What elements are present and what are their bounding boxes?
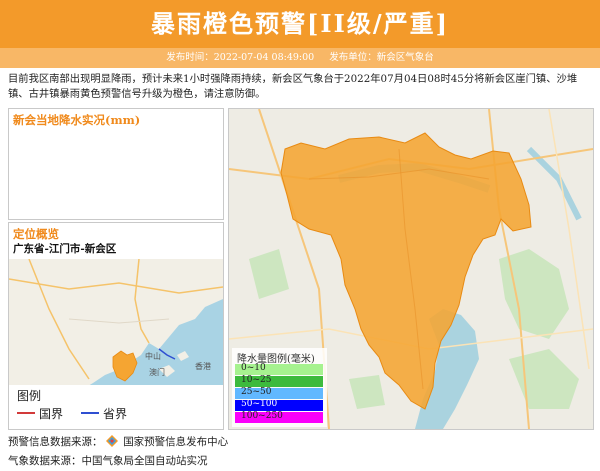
rain-legend-label: 10~25 <box>241 375 272 385</box>
alert-description: 目前我区南部出现明显降雨，预计未来1小时强降雨持续，新会区气象台于2022年07… <box>8 73 578 100</box>
region-name: 广东省-江门市-新会区 <box>13 243 117 255</box>
rain-legend-row: 0~10 <box>235 363 323 375</box>
publish-info-bar: 发布时间：2022-07-04 08:49:00 发布单位：新会区气象台 <box>0 48 600 68</box>
warning-source: 预警信息数据来源： 国家预警信息发布中心 <box>8 434 228 449</box>
weather-source: 气象数据来源：中国气象局全国自动站实况 <box>8 455 208 467</box>
rain-legend-label: 100~250 <box>241 411 283 421</box>
province-border-swatch <box>81 412 99 414</box>
rain-legend: 降水量图例(毫米) 0~10 10~25 25~50 50~100 100~25… <box>232 348 327 427</box>
rain-legend-label: 50~100 <box>241 399 278 409</box>
country-border-label: 国界 <box>39 407 64 421</box>
overview-legend: 图例 国界 省界 <box>9 385 223 427</box>
label-zhongshan: 中山 <box>145 351 161 361</box>
rain-legend-row: 10~25 <box>235 375 323 387</box>
province-border-label: 省界 <box>103 407 128 421</box>
rain-panel-title: 新会当地降水实况(mm) <box>13 113 141 127</box>
warning-area-map-panel: 降水量图例(毫米) 0~10 10~25 25~50 50~100 100~25… <box>228 108 594 430</box>
country-border-swatch <box>17 412 35 414</box>
label-xianggang: 香港 <box>195 361 211 371</box>
location-overview-panel: 定位概览 广东省-江门市-新会区 中山 澳门 香港 图例 国界 省界 <box>8 222 224 430</box>
rain-legend-row: 25~50 <box>235 387 323 399</box>
warning-source-name[interactable]: 国家预警信息发布中心 <box>123 436 228 448</box>
publish-time: 发布时间：2022-07-04 08:49:00 <box>166 52 315 63</box>
overview-legend-title: 图例 <box>17 389 42 403</box>
rain-legend-label: 25~50 <box>241 387 272 397</box>
label-aomen: 澳门 <box>149 367 165 377</box>
alert-banner: 暴雨橙色预警[II级/严重] <box>0 0 600 48</box>
rain-legend-label: 0~10 <box>241 363 266 373</box>
rain-observation-panel: 新会当地降水实况(mm) <box>8 108 224 220</box>
warning-source-label: 预警信息数据来源： <box>8 436 103 448</box>
rain-legend-row: 50~100 <box>235 399 323 411</box>
rain-legend-row: 100~250 <box>235 411 323 423</box>
publish-unit: 发布单位：新会区气象台 <box>329 52 434 63</box>
alert-title: 暴雨橙色预警[II级/严重] <box>151 9 449 38</box>
warning-center-logo-icon <box>105 435 118 447</box>
locate-panel-title: 定位概览 <box>13 227 59 241</box>
